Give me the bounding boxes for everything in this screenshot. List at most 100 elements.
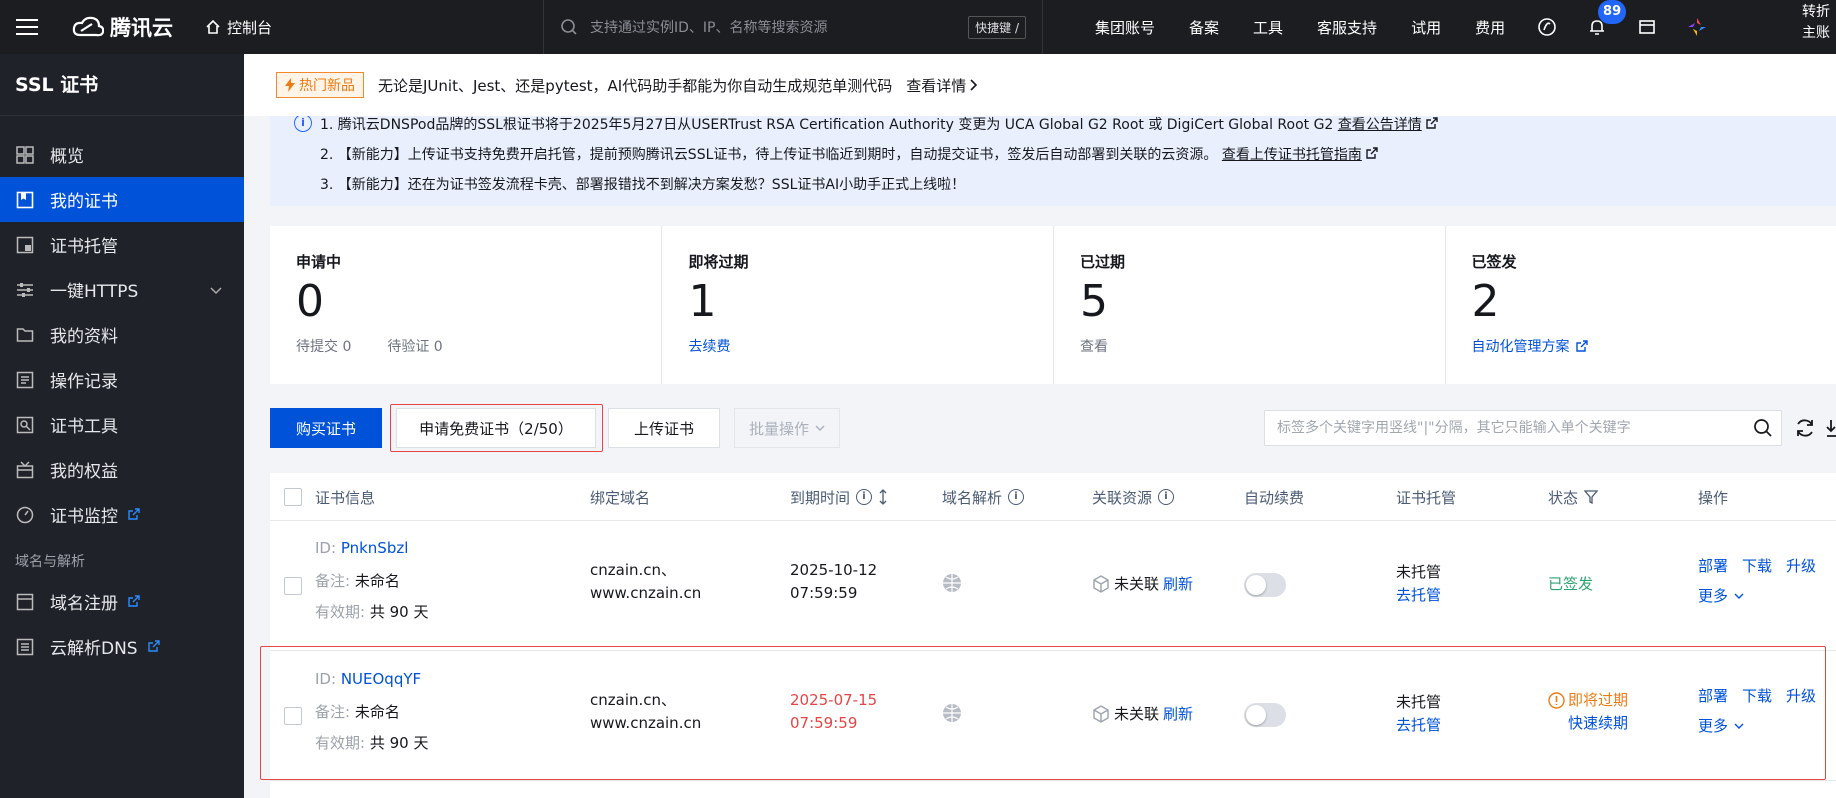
nav-tools[interactable]: 工具 <box>1236 17 1300 38</box>
sidebar-item-materials[interactable]: 我的资料 <box>0 312 244 357</box>
notice-line-1-text: 1. 腾讯云DNSPod品牌的SSL根证书将于2025年5月27日从USERTr… <box>320 117 1334 133</box>
info-icon[interactable]: i <box>856 489 873 505</box>
stat-sub: 待提交 0 待验证 0 <box>296 336 661 356</box>
cert-search-input[interactable]: 标签多个关键字用竖线"|"分隔，其它只能输入单个关键字 <box>1264 410 1782 446</box>
cert-remark-line: 备注: 未命名 <box>315 701 400 722</box>
cert-id-link[interactable]: NUEOqqYF <box>341 670 421 688</box>
bell-icon[interactable]: 89 <box>1586 0 1627 38</box>
refresh-link[interactable]: 刷新 <box>1163 703 1193 724</box>
th-dns-label: 域名解析 <box>942 488 1003 507</box>
nav-icp[interactable]: 备案 <box>1172 17 1236 38</box>
deploy-link[interactable]: 部署 <box>1698 685 1728 706</box>
sidebar-item-https[interactable]: 一键HTTPS <box>0 267 244 312</box>
validity-label: 有效期: <box>315 734 366 752</box>
sidebar-item-label: 我的证书 <box>50 192 118 212</box>
sidebar-item-hosting[interactable]: 证书托管 <box>0 222 244 267</box>
buy-cert-button[interactable]: 购买证书 <box>270 408 382 448</box>
assistant-icon[interactable] <box>1536 16 1558 38</box>
avatar-icon[interactable] <box>1686 16 1708 38</box>
nav-group-account[interactable]: 集团账号 <box>1078 17 1172 38</box>
nav-trial[interactable]: 试用 <box>1394 17 1458 38</box>
remark-label: 备注: <box>315 703 351 721</box>
remark-label: 备注: <box>315 572 351 590</box>
download-icon[interactable] <box>1826 417 1836 439</box>
cert-validity-line: 有效期: 共 90 天 <box>315 732 428 753</box>
go-hosting-link[interactable]: 去托管 <box>1396 584 1441 607</box>
more-label: 更多 <box>1698 717 1729 735</box>
domain-2: www.cnzain.cn <box>590 584 702 602</box>
nav-support[interactable]: 客服支持 <box>1300 17 1394 38</box>
th-expire: 到期时间 i <box>790 473 888 521</box>
th-actions: 操作 <box>1698 488 1729 507</box>
go-hosting-link[interactable]: 去托管 <box>1396 714 1441 737</box>
upgrade-link[interactable]: 升级 <box>1786 685 1816 706</box>
status-label: 即将过期 <box>1568 691 1629 709</box>
account-line-2: 主账 <box>1802 25 1830 41</box>
cert-remark: 未命名 <box>354 703 400 721</box>
dns-icon <box>15 637 35 657</box>
automation-link[interactable]: 自动化管理方案 <box>1472 336 1836 356</box>
sort-icon[interactable] <box>878 489 888 505</box>
auto-renew-toggle[interactable] <box>1244 703 1286 727</box>
nav-billing[interactable]: 费用 <box>1458 17 1522 38</box>
th-resource-label: 关联资源 <box>1092 488 1153 507</box>
sidebar-item-monitor[interactable]: 证书监控 <box>0 492 244 537</box>
more-menu[interactable]: 更多 <box>1698 715 1744 736</box>
sidebar-item-dns[interactable]: 云解析DNS <box>0 624 244 669</box>
expire-clock: 07:59:59 <box>790 584 858 602</box>
stat-label: 申请中 <box>296 253 342 271</box>
sidebar-item-domain-register[interactable]: 域名注册 <box>0 579 244 624</box>
globe-icon[interactable] <box>942 573 962 593</box>
expire-time: 2025-10-12 07:59:59 <box>790 559 877 605</box>
auto-renew-toggle[interactable] <box>1244 573 1286 597</box>
hot-tag: 热门新品 <box>276 72 364 98</box>
account-name[interactable]: 转折 主账 <box>1802 2 1830 44</box>
sidebar-item-label: 证书托管 <box>50 237 118 257</box>
row-checkbox[interactable] <box>284 577 302 595</box>
sidebar-item-benefits[interactable]: 我的权益 <box>0 447 244 492</box>
filter-icon[interactable] <box>1584 490 1599 504</box>
pending-verify-count[interactable]: 待验证 0 <box>387 336 442 356</box>
notice-link-announcement[interactable]: 查看公告详情 <box>1338 117 1422 133</box>
expire-date: 2025-07-15 <box>790 691 878 709</box>
renew-link[interactable]: 去续费 <box>688 336 1053 356</box>
quick-renew-link[interactable]: 快速续期 <box>1548 712 1628 735</box>
notice-line-2-text: 2. 【新能力】上传证书支持免费开启托管，提前预购腾讯云SSL证书，待上传证书临… <box>320 147 1218 163</box>
upload-cert-button[interactable]: 上传证书 <box>608 408 720 448</box>
more-menu[interactable]: 更多 <box>1698 585 1744 606</box>
sidebar-item-my-certs[interactable]: 我的证书 <box>0 177 244 222</box>
promo-detail-link[interactable]: 查看详情 <box>906 75 978 96</box>
row-checkbox[interactable] <box>284 707 302 725</box>
search-icon[interactable] <box>1753 418 1773 438</box>
select-all-checkbox[interactable] <box>284 488 302 506</box>
deploy-link[interactable]: 部署 <box>1698 555 1728 576</box>
sidebar-item-label: 我的资料 <box>50 327 118 347</box>
monitor-icon <box>15 505 35 525</box>
view-expired-link[interactable]: 查看 <box>1080 336 1445 356</box>
menu-icon[interactable] <box>0 0 54 54</box>
refresh-link[interactable]: 刷新 <box>1163 573 1193 594</box>
console-link[interactable]: 控制台 <box>205 17 272 38</box>
apply-free-cert-button[interactable]: 申请免费证书（2/50） <box>396 408 596 448</box>
upgrade-link[interactable]: 升级 <box>1786 555 1816 576</box>
brand-logo[interactable]: 腾讯云 <box>72 12 173 42</box>
expire-date: 2025-10-12 <box>790 561 878 579</box>
batch-action-button[interactable]: 批量操作 <box>734 408 840 448</box>
ticket-icon[interactable] <box>1636 16 1658 38</box>
hosting-icon <box>15 235 35 255</box>
sidebar-item-overview[interactable]: 概览 <box>0 132 244 177</box>
globe-icon[interactable] <box>942 703 962 723</box>
download-link[interactable]: 下载 <box>1742 555 1772 576</box>
info-icon[interactable]: i <box>1158 489 1175 505</box>
refresh-icon[interactable] <box>1794 417 1816 439</box>
global-search[interactable]: 支持通过实例ID、IP、名称等搜索资源 快捷键 / <box>543 0 1043 54</box>
bound-domains: cnzain.cn、 www.cnzain.cn <box>590 689 701 735</box>
pending-submit-count[interactable]: 待提交 0 <box>296 336 351 356</box>
notice-link-hosting-guide[interactable]: 查看上传证书托管指南 <box>1222 147 1362 163</box>
sidebar-item-logs[interactable]: 操作记录 <box>0 357 244 402</box>
download-link[interactable]: 下载 <box>1742 685 1772 706</box>
chevron-right-icon <box>970 79 978 91</box>
info-icon[interactable]: i <box>1008 489 1025 505</box>
sidebar-item-tools[interactable]: 证书工具 <box>0 402 244 447</box>
cert-id-link[interactable]: PnknSbzl <box>341 539 409 557</box>
